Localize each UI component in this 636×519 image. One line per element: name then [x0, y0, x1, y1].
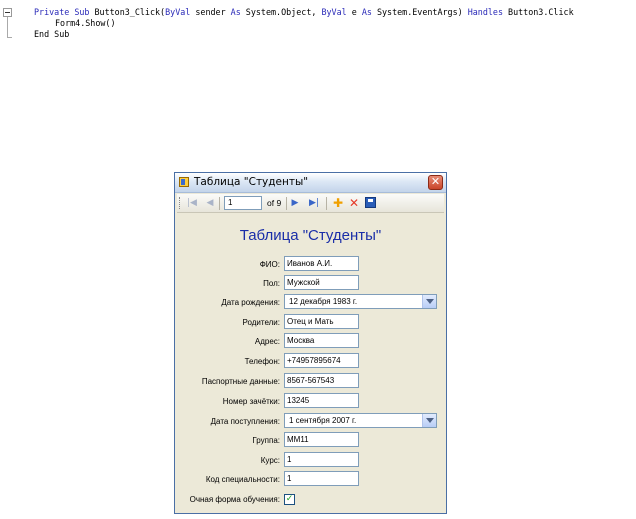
address-field[interactable]: Москва	[284, 333, 359, 348]
parents-field[interactable]: Отец и Мать	[284, 314, 359, 329]
collapse-toggle[interactable]	[3, 8, 12, 17]
group-field[interactable]: ММ11	[284, 432, 359, 447]
move-previous-icon[interactable]: ◀	[204, 197, 216, 209]
chevron-down-icon[interactable]	[422, 414, 436, 427]
specialty-code-field[interactable]: 1	[284, 471, 359, 486]
label-birth-date: Дата рождения:	[221, 298, 280, 307]
form-heading: Таблица "Студенты"	[239, 227, 382, 244]
outline-end	[7, 37, 12, 38]
toolbar-grip-icon[interactable]	[179, 197, 183, 209]
code-keyword: Handles	[467, 7, 504, 17]
code-keyword: As	[361, 7, 372, 17]
move-last-icon[interactable]: ▶|	[308, 197, 320, 209]
code-text: Button3.Click	[503, 7, 574, 17]
code-text: e	[346, 7, 362, 17]
label-record-book: Номер зачётки:	[222, 397, 280, 406]
record-book-field[interactable]: 13245	[284, 393, 359, 408]
form-icon	[179, 177, 189, 187]
label-phone: Телефон:	[244, 357, 280, 366]
window-title: Таблица "Студенты"	[194, 176, 309, 188]
admission-date-picker[interactable]: 1 сентября 2007 г.	[284, 413, 437, 428]
outline-gutter	[3, 8, 13, 42]
count-label: of 9	[267, 198, 282, 208]
code-text: System.Object,	[240, 7, 322, 17]
code-line-3: End Sub	[34, 29, 70, 39]
label-address: Адрес:	[254, 337, 280, 346]
code-keyword: ByVal	[321, 7, 347, 17]
code-editor[interactable]: Private Sub Button3_Click(ByVal sender A…	[0, 0, 636, 50]
admission-date-value: 1 сентября 2007 г.	[289, 416, 357, 425]
toolbar-separator	[219, 197, 220, 210]
label-admission-date: Дата поступления:	[210, 417, 280, 426]
label-course: Курс:	[260, 456, 280, 465]
gender-field[interactable]: Мужской	[284, 275, 359, 290]
label-specialty-code: Код специальности:	[205, 475, 280, 484]
code-keyword: ByVal	[165, 7, 191, 17]
close-button[interactable]: ✕	[428, 175, 443, 190]
students-form-window: Таблица "Студенты" ✕ |◀ ◀ 1 of 9 ▶ ▶| ✚ …	[174, 172, 447, 514]
position-input[interactable]: 1	[224, 196, 262, 210]
label-fio: ФИО:	[259, 260, 280, 269]
code-keyword: As	[230, 7, 241, 17]
code-text: System.EventArgs)	[371, 7, 468, 17]
label-parents: Родители:	[242, 318, 280, 327]
label-fulltime: Очная форма обучения:	[189, 495, 280, 504]
code-text: sender	[190, 7, 231, 17]
label-passport: Паспортные данные:	[201, 377, 280, 386]
phone-field[interactable]: +74957895674	[284, 353, 359, 368]
code-line-2: Form4.Show()	[55, 18, 116, 28]
toolbar-separator	[286, 197, 287, 210]
move-next-icon[interactable]: ▶	[289, 197, 301, 209]
fio-field[interactable]: Иванов А.И.	[284, 256, 359, 271]
toolbar-separator	[326, 197, 327, 210]
code-text: Button3_Click(	[89, 7, 166, 17]
passport-field[interactable]: 8567-567543	[284, 373, 359, 388]
birth-date-value: 12 декабря 1983 г.	[289, 297, 358, 306]
move-first-icon[interactable]: |◀	[186, 197, 198, 209]
code-keyword: Private Sub	[34, 7, 90, 17]
add-new-icon[interactable]: ✚	[332, 197, 344, 209]
delete-icon[interactable]: ✕	[348, 197, 360, 209]
label-gender: Пол:	[263, 279, 280, 288]
birth-date-picker[interactable]: 12 декабря 1983 г.	[284, 294, 437, 309]
course-field[interactable]: 1	[284, 452, 359, 467]
outline-line	[7, 17, 8, 38]
title-bar[interactable]: Таблица "Студенты" ✕	[175, 173, 446, 193]
fulltime-checkbox[interactable]: ✓	[284, 494, 295, 505]
save-icon[interactable]	[365, 197, 376, 208]
label-group: Группа:	[252, 436, 280, 445]
checkmark-icon: ✓	[285, 494, 294, 504]
binding-navigator: |◀ ◀ 1 of 9 ▶ ▶| ✚ ✕	[177, 194, 444, 213]
chevron-down-icon[interactable]	[422, 295, 436, 308]
code-line-1: Private Sub Button3_Click(ByVal sender A…	[34, 7, 574, 18]
